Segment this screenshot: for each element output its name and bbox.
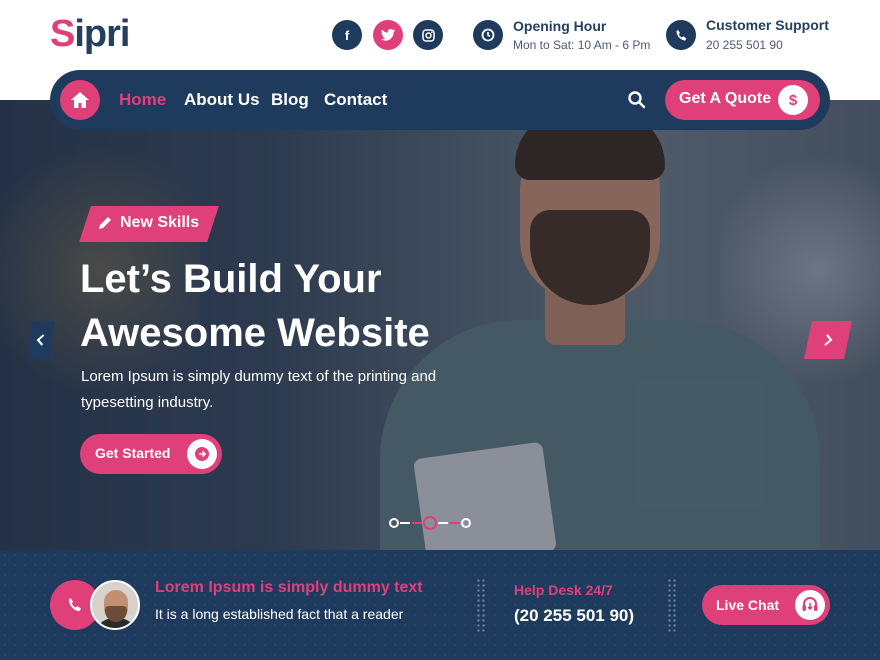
get-started-label: Get Started (95, 445, 171, 461)
opening-hour-value: Mon to Sat: 10 Am - 6 Pm (513, 38, 651, 52)
main-navigation: Home About Us Blog Contact Get A Quote $ (50, 70, 830, 130)
live-chat-label: Live Chat (716, 597, 780, 613)
live-chat-button[interactable]: Live Chat (702, 585, 830, 625)
hero-headline-line-1: Let’s Build Your (80, 257, 382, 301)
clock-icon (473, 20, 503, 50)
dotted-divider (667, 578, 677, 634)
nav-blog[interactable]: Blog (271, 90, 309, 110)
contact-strip-title: Lorem Ipsum is simply dummy text (155, 579, 423, 596)
slide-dot-3[interactable] (461, 518, 471, 528)
slide-dot-1[interactable] (389, 518, 399, 528)
slide-dot-2[interactable] (423, 516, 437, 530)
nav-about-us[interactable]: About Us (184, 90, 260, 110)
search-icon[interactable] (627, 90, 647, 110)
help-desk-number: (20 255 501 90) (514, 606, 635, 625)
hero-headline: Let’s Build Your Awesome Website (80, 252, 500, 360)
opening-hour-title: Opening Hour (513, 18, 607, 34)
arrow-right-icon (187, 439, 217, 469)
pencil-icon (99, 217, 111, 229)
customer-support-title: Customer Support (706, 17, 829, 33)
help-desk-title: Help Desk 24/7 (514, 582, 613, 598)
home-icon-button[interactable] (60, 80, 100, 120)
nav-home[interactable]: Home (119, 90, 166, 110)
new-skills-tag: New Skills (98, 214, 199, 232)
get-a-quote-label: Get A Quote (679, 90, 772, 107)
slide-dash (400, 522, 410, 524)
new-skills-label: New Skills (120, 214, 200, 231)
nav-contact[interactable]: Contact (324, 90, 387, 110)
chevron-right-icon (824, 334, 833, 346)
slider-pagination (389, 516, 471, 530)
chevron-left-icon (36, 334, 45, 346)
headset-icon (795, 590, 825, 620)
get-a-quote-button[interactable]: Get A Quote $ (665, 80, 820, 120)
contact-strip: Lorem Ipsum is simply dummy text It is a… (0, 550, 880, 660)
logo[interactable]: Sipri (50, 14, 130, 54)
get-started-button[interactable]: Get Started (80, 434, 222, 474)
phone-icon (666, 20, 696, 50)
slide-dash (438, 522, 448, 524)
contact-strip-subtitle: It is a long established fact that a rea… (155, 606, 404, 622)
dotted-divider (476, 578, 486, 634)
customer-support-number: 20 255 501 90 (706, 38, 783, 52)
twitter-icon[interactable] (373, 20, 403, 50)
support-avatar (90, 580, 140, 630)
slide-dash (450, 522, 460, 524)
hero-description: Lorem Ipsum is simply dummy text of the … (81, 368, 437, 411)
hero-headline-line-2: Awesome Website (80, 311, 430, 355)
dollar-icon: $ (778, 85, 808, 115)
instagram-icon[interactable] (413, 20, 443, 50)
facebook-icon[interactable]: f (332, 20, 362, 50)
slide-dash (412, 522, 422, 524)
slider-next-button[interactable] (803, 321, 853, 359)
